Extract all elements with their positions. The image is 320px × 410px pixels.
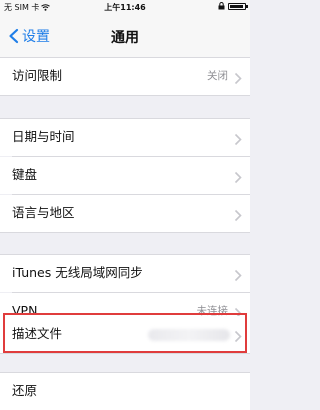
row-restrictions-value: 关闭	[207, 70, 228, 82]
chevron-right-icon	[234, 328, 242, 343]
chevron-right-icon	[234, 131, 242, 146]
row-reset[interactable]: 还原	[0, 373, 250, 410]
row-profile[interactable]: 描述文件	[0, 316, 250, 353]
row-date-time[interactable]: 日期与时间	[0, 119, 250, 156]
rotation-lock-icon	[218, 2, 225, 10]
group-separator	[0, 95, 250, 96]
group-separator	[0, 353, 250, 354]
row-restrictions[interactable]: 访问限制 关闭	[0, 58, 250, 95]
status-time: 上午11:46	[104, 3, 146, 12]
status-right	[218, 2, 248, 10]
navigation-bar: 设置 通用	[0, 14, 250, 58]
chevron-right-icon	[234, 169, 242, 184]
row-itunes-wifi-sync-label: iTunes 无线局域网同步	[12, 265, 143, 280]
battery-icon	[228, 2, 248, 10]
row-language-region[interactable]: 语言与地区	[0, 195, 250, 232]
blurred-profile-name	[148, 329, 230, 341]
chevron-right-icon	[234, 267, 242, 282]
row-profile-label: 描述文件	[12, 326, 63, 341]
row-restrictions-label: 访问限制	[12, 68, 63, 83]
row-reset-label: 还原	[12, 383, 38, 398]
row-date-time-label: 日期与时间	[12, 129, 75, 144]
chevron-right-icon	[234, 70, 242, 85]
status-bar: 无 SIM 卡 上午11:46	[0, 0, 250, 14]
chevron-right-icon	[234, 207, 242, 222]
page-title: 通用	[111, 30, 139, 46]
group-separator	[0, 232, 250, 233]
row-keyboard-label: 键盘	[12, 167, 38, 182]
row-itunes-wifi-sync[interactable]: iTunes 无线局域网同步	[0, 255, 250, 292]
row-language-region-label: 语言与地区	[12, 205, 75, 220]
row-keyboard[interactable]: 键盘	[0, 157, 250, 194]
